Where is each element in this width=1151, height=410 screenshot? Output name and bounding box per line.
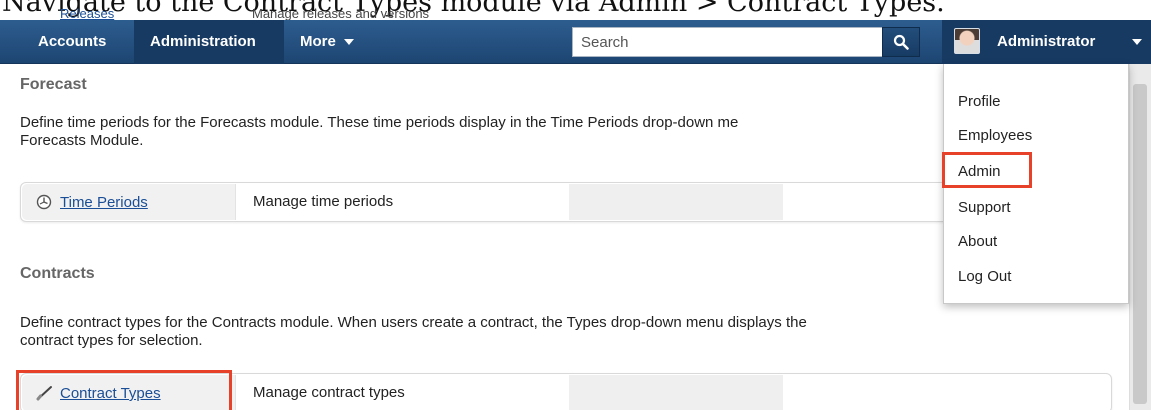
menu-item-logout[interactable]: Log Out — [958, 268, 1011, 285]
section-desc-contracts-line1: Define contract types for the Contracts … — [20, 314, 807, 331]
user-menu-toggle[interactable]: Administrator — [942, 20, 1151, 64]
releases-row-partial: Releases Manage releases and versions — [20, 6, 540, 20]
search-button[interactable] — [882, 27, 920, 57]
menu-item-support[interactable]: Support — [958, 199, 1011, 216]
nav-administration[interactable]: Administration — [134, 20, 284, 64]
menu-item-about[interactable]: About — [958, 233, 997, 250]
scrollbar-thumb[interactable] — [1133, 84, 1147, 404]
releases-link[interactable]: Releases — [60, 6, 114, 20]
module-empty-cell — [569, 184, 783, 220]
section-desc-forecast-line2: Forecasts Module. — [20, 132, 144, 149]
search-icon — [893, 34, 909, 50]
section-desc-forecast-line1: Define time periods for the Forecasts mo… — [20, 114, 739, 131]
time-periods-link[interactable]: Time Periods — [60, 194, 148, 211]
nav-accounts-label: Accounts — [38, 33, 107, 50]
nav-accounts[interactable]: Accounts — [22, 20, 134, 64]
contract-types-highlight — [16, 370, 232, 410]
section-title-contracts: Contracts — [20, 265, 95, 282]
nav-administration-label: Administration — [150, 33, 256, 50]
chevron-down-icon — [1132, 39, 1142, 45]
user-dropdown-menu: Profile Employees Admin Support About Lo… — [942, 64, 1129, 304]
menu-item-profile[interactable]: Profile — [958, 93, 1001, 110]
contract-types-desc: Manage contract types — [253, 384, 405, 401]
clock-icon — [36, 194, 52, 210]
releases-desc: Manage releases and versions — [252, 6, 430, 20]
chevron-down-icon — [343, 39, 354, 46]
section-desc-contracts: Define contract types for the Contracts … — [20, 314, 1080, 350]
nav-more-label: More — [300, 33, 336, 50]
scrollbar[interactable] — [1129, 64, 1151, 410]
nav-more[interactable]: More — [284, 20, 380, 64]
section-desc-forecast: Define time periods for the Forecasts mo… — [20, 114, 940, 150]
user-name: Administrator — [997, 33, 1096, 50]
menu-item-employees[interactable]: Employees — [958, 127, 1032, 144]
top-navbar: Accounts Administration More Administrat… — [0, 20, 1151, 64]
module-empty-cell — [569, 375, 783, 410]
module-link-cell: Time Periods — [22, 184, 236, 220]
time-periods-desc: Manage time periods — [253, 193, 394, 210]
global-search — [572, 27, 920, 57]
avatar — [954, 28, 980, 54]
admin-highlight — [942, 152, 1032, 188]
section-desc-contracts-line2: contract types for selection. — [20, 332, 203, 349]
section-title-forecast: Forecast — [20, 76, 87, 93]
search-input[interactable] — [572, 27, 882, 57]
